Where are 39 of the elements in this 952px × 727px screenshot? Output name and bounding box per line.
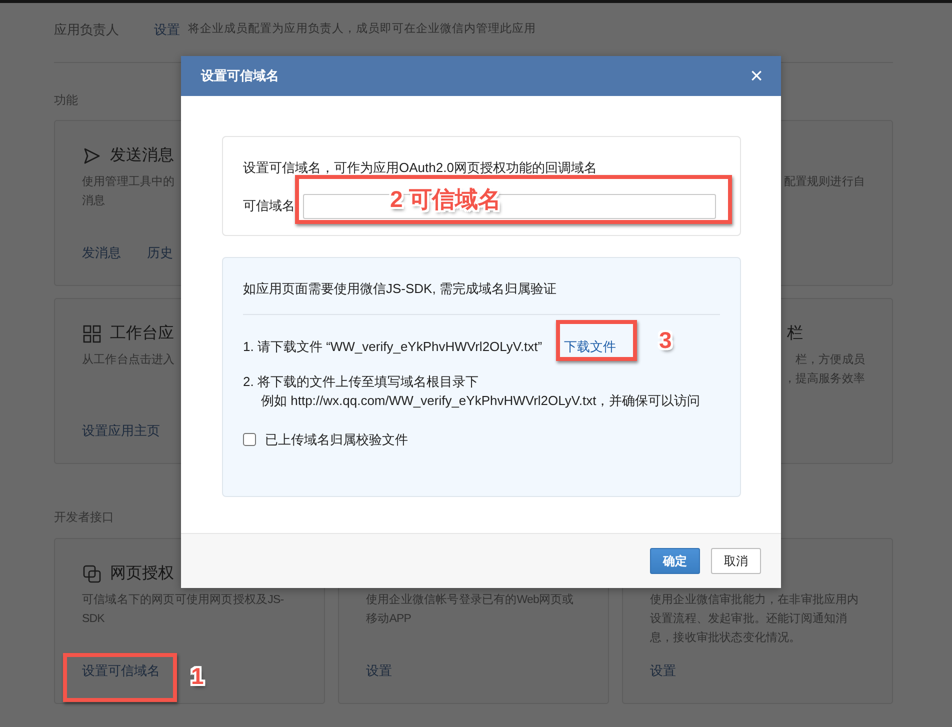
confirm-button[interactable]: 确定 [650,548,700,574]
send-icon [82,146,102,166]
card-title: 工作台应 [110,324,174,344]
grid-icon [82,324,102,344]
card-title: 发送消息 [110,146,174,166]
card-description: 栏，方便成员 ，提高服务效率 [784,352,865,386]
card-title: 网页授权 [110,564,174,584]
card-description: 配置规则进行自 [784,174,865,190]
close-button[interactable]: × [750,65,763,87]
overlapping-squares-icon [82,564,102,584]
card-description: 使用企业微信审批能力，在非审批应用内 设置流程、发起审批。还能订阅通知消 息，接收审批状态变化情况。 [650,592,859,646]
settings-link[interactable]: 设置 [154,20,180,40]
owner-description: 将企业成员配置为应用负责人，成员即可在企业微信内管理此应用 [188,22,536,38]
card-link[interactable]: 设置 [650,661,676,680]
annotation-label: 1 [191,665,204,688]
annotation-label: 3 [659,329,672,352]
card-link[interactable]: 设置应用主页 [82,421,160,440]
download-link[interactable]: 下载文件 [564,337,616,356]
card-link[interactable]: 历史 [147,243,173,262]
checkbox[interactable] [243,433,256,446]
step-text: 1. 请下载文件 “WW_verify_eYkPhvHWVrl2OLyV.txt” [243,338,542,356]
card-link[interactable]: 发消息 [82,243,121,262]
annotation-label: 2 可信域名 [390,188,502,211]
card-title: 栏 [787,324,803,344]
card-description: 使用企业微信帐号登录已有的Web网页或 移动APP [366,592,574,626]
domain-intro: 设置可信域名，可作为应用OAuth2.0网页授权功能的回调域名 [243,159,598,177]
card-description: 从工作台点击进入 [82,352,175,368]
example-text: 例如 http://wx.qq.com/WW_verify_eYkPhvHWVrl2OLyV.txt，并确保可以访问 [260,392,702,410]
card-link[interactable]: 设置 [366,661,392,680]
owner-label: 应用负责人 [54,21,120,39]
card-description: 可信域名下的网页可使用网页授权及JS- SDK [82,592,284,626]
card-description: 使用管理工具中的 消息 [82,174,175,208]
card-link[interactable]: 设置可信域名 [82,661,160,680]
verification-intro: 如应用页面需要使用微信JS-SDK, 需完成域名归属验证 [243,280,558,298]
domain-label: 可信域名 [243,197,295,216]
step-text: 2. 将下载的文件上传至填写域名根目录下 [243,373,480,391]
checkbox-label: 已上传域名归属校验文件 [265,431,408,449]
dialog-title: 设置可信域名 [201,67,279,86]
cancel-button[interactable]: 取消 [711,548,761,574]
